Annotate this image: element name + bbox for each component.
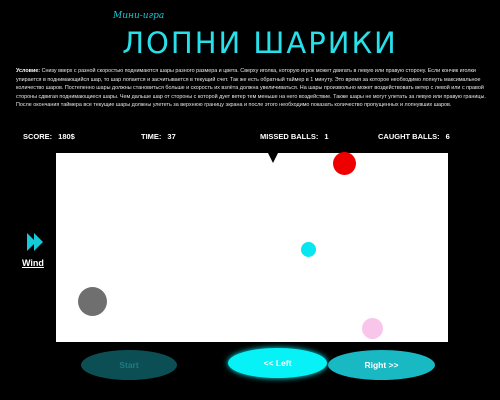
left-button[interactable]: << Left xyxy=(228,348,327,378)
time-stat: TIME: 37 xyxy=(141,132,176,144)
missed-value: 1 xyxy=(324,132,329,141)
caught-label: CAUGHT BALLS: xyxy=(378,132,440,141)
pink-ball[interactable] xyxy=(362,318,383,339)
rules-text: Условие: Снизу вверх с разной скоростью … xyxy=(16,67,486,110)
time-label: TIME: xyxy=(141,132,162,141)
score-label: SCORE: xyxy=(23,132,53,141)
game-subtitle: Мини-игра xyxy=(113,11,165,21)
game-field[interactable] xyxy=(56,153,448,342)
score-stat: SCORE: 180$ xyxy=(23,132,75,144)
score-value: 180$ xyxy=(58,132,75,141)
needle xyxy=(268,153,278,163)
right-button[interactable]: Right >> xyxy=(328,350,435,380)
wind-arrow-icon xyxy=(27,233,43,251)
rules-label: Условие: xyxy=(16,68,41,74)
start-button[interactable]: Start xyxy=(81,350,177,380)
red-ball[interactable] xyxy=(333,152,356,175)
rules-body: Снизу вверх с разной скоростью поднимают… xyxy=(16,68,486,109)
wind-label: Wind xyxy=(22,258,44,268)
cyan-ball[interactable] xyxy=(301,242,316,257)
gray-ball[interactable] xyxy=(78,287,107,316)
missed-label: MISSED BALLS: xyxy=(260,132,319,141)
time-value: 37 xyxy=(167,132,176,141)
caught-value: 6 xyxy=(445,132,450,141)
caught-stat: CAUGHT BALLS: 6 xyxy=(378,132,450,144)
game-title: ЛОПНИ ШАРИКИ xyxy=(122,26,398,60)
missed-stat: MISSED BALLS: 1 xyxy=(260,132,329,144)
